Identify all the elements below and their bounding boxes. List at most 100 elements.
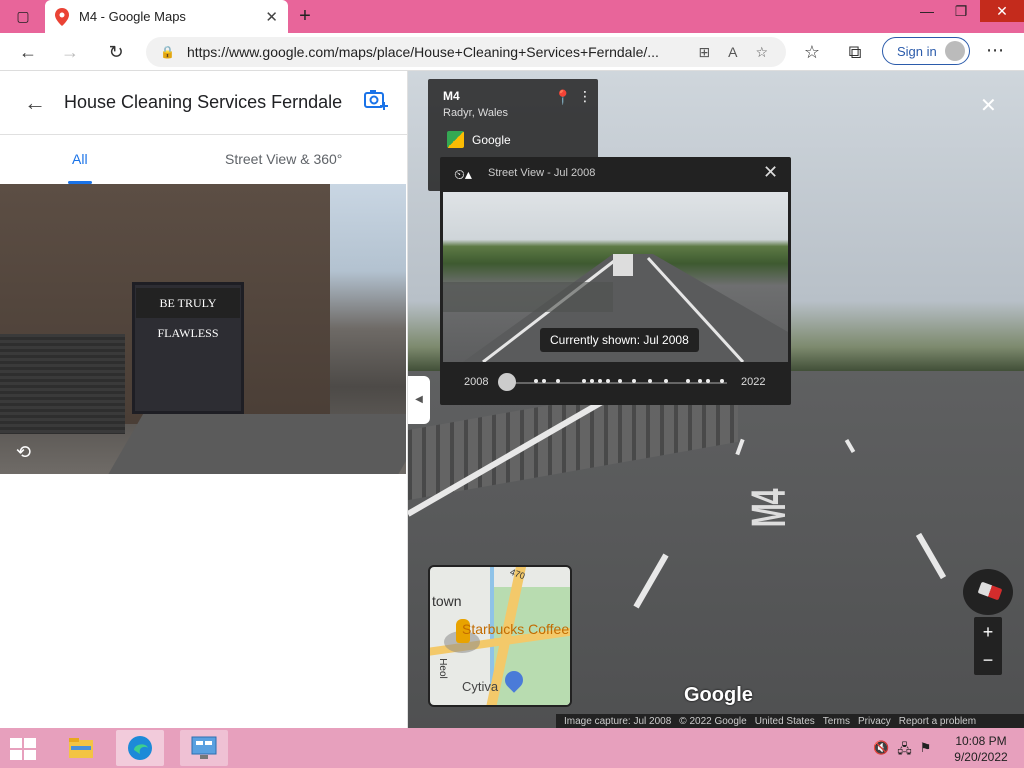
close-window-icon[interactable]: ✕: [980, 0, 1024, 22]
minimize-icon[interactable]: —: [910, 0, 944, 22]
timeline-dot[interactable]: [632, 379, 636, 383]
tab-actions-icon[interactable]: ▢: [6, 5, 40, 27]
remote-desktop-icon: [191, 736, 217, 759]
timeline-dot[interactable]: [706, 379, 710, 383]
tab-street-view[interactable]: Street View & 360°: [225, 151, 342, 167]
timeline-end-year: 2022: [741, 376, 766, 388]
photo-road: [96, 414, 406, 474]
favorites-icon[interactable]: ☆: [800, 40, 824, 64]
add-photo-icon[interactable]: [361, 88, 391, 118]
tab-title: M4 - Google Maps: [79, 9, 186, 24]
url-field[interactable]: 🔒 https://www.google.com/maps/place/Hous…: [146, 37, 786, 67]
volume-muted-icon[interactable]: 🔇: [873, 740, 889, 762]
privacy-link[interactable]: Privacy: [858, 716, 891, 727]
taskbar-remote-desktop[interactable]: [180, 730, 228, 766]
timeline-dot[interactable]: [542, 379, 546, 383]
address-bar-row: ← → ↻ 🔒 https://www.google.com/maps/plac…: [0, 33, 1024, 71]
app-install-icon[interactable]: ⊞: [698, 44, 710, 61]
browser-tab[interactable]: M4 - Google Maps ✕: [45, 0, 288, 33]
timeline-dot[interactable]: [698, 379, 702, 383]
back-icon[interactable]: ←: [16, 40, 40, 64]
minimap-label-heol: Heol: [436, 658, 448, 679]
more-menu-icon[interactable]: ⋯: [986, 40, 1004, 61]
timeline-dot[interactable]: [664, 379, 668, 383]
read-aloud-icon[interactable]: A: [728, 44, 737, 60]
location-subtitle: Radyr, Wales: [443, 107, 509, 119]
time-travel-panel: ⏲▴ Street View - Jul 2008 ✕ Currently sh…: [440, 157, 791, 405]
timeline-start-year: 2008: [464, 376, 489, 388]
road-marking-text: M4: [742, 489, 796, 528]
minimap-label-cytiva[interactable]: Cytiva: [462, 679, 498, 694]
avatar-icon: [945, 41, 965, 61]
terms-link[interactable]: Terms: [823, 716, 850, 727]
time-travel-title: Street View - Jul 2008: [488, 167, 596, 179]
photo-shop-sign: BE TRULY FLAWLESS: [136, 288, 240, 340]
folder-icon: [69, 738, 93, 758]
taskbar-file-explorer[interactable]: [57, 730, 105, 766]
close-street-view-icon[interactable]: ✕: [980, 93, 997, 118]
refresh-icon[interactable]: ↻: [104, 40, 128, 64]
google-maps-favicon-icon: [55, 7, 69, 26]
lock-icon: 🔒: [160, 45, 175, 59]
image-source: Google: [472, 133, 511, 147]
rotate-360-icon[interactable]: ⟲: [16, 442, 31, 463]
browser-titlebar: ▢ M4 - Google Maps ✕ + — ❐ ✕: [0, 0, 1024, 33]
minimap[interactable]: town 470 Starbucks Coffee Heol Cytiva: [428, 565, 572, 707]
system-tray: 🔇 🖧 ⚑: [873, 740, 931, 762]
copyright: © 2022 Google: [679, 715, 747, 727]
sign-in-label: Sign in: [897, 43, 937, 59]
collapse-panel-button[interactable]: ◀: [408, 376, 430, 424]
timeline-dot[interactable]: [618, 379, 622, 383]
panel-back-icon[interactable]: ←: [24, 90, 64, 116]
tab-close-icon[interactable]: ✕: [265, 8, 278, 26]
history-icon[interactable]: ⏲▴: [454, 166, 472, 183]
google-logo: Google: [684, 684, 753, 706]
time-travel-preview[interactable]: Currently shown: Jul 2008: [443, 192, 788, 362]
clock-time[interactable]: 10:08 PM: [951, 734, 1011, 748]
photo-tabs: All Street View & 360°: [0, 135, 407, 185]
more-options-icon[interactable]: ⋮: [578, 88, 592, 105]
timeline-dot[interactable]: [598, 379, 602, 383]
add-favorite-icon[interactable]: ☆: [755, 44, 768, 61]
zoom-out-button[interactable]: −: [974, 648, 1002, 672]
timeline-dot[interactable]: [648, 379, 652, 383]
country-link[interactable]: United States: [755, 716, 815, 727]
photo-shutter: [0, 334, 125, 434]
sign-in-button[interactable]: Sign in: [882, 37, 970, 65]
restore-icon[interactable]: ❐: [944, 0, 978, 22]
place-photo[interactable]: BE TRULY FLAWLESS ⟲: [0, 184, 406, 474]
timeline-dot[interactable]: [686, 379, 690, 383]
place-title: House Cleaning Services Ferndale: [64, 92, 343, 112]
currently-shown-tooltip: Currently shown: Jul 2008: [540, 328, 699, 352]
timeline-dot[interactable]: [534, 379, 538, 383]
timeline-dot[interactable]: [720, 379, 724, 383]
minimap-label-starbucks[interactable]: Starbucks Coffee: [462, 621, 569, 637]
map-footer: Image capture: Jul 2008 © 2022 Google Un…: [556, 714, 1024, 728]
time-travel-close-icon[interactable]: ✕: [763, 162, 778, 183]
minimap-label-town: town: [432, 593, 462, 609]
taskbar-edge[interactable]: [116, 730, 164, 766]
edge-icon: [128, 736, 152, 760]
collections-icon[interactable]: ⧉: [843, 40, 867, 64]
action-center-flag-icon[interactable]: ⚑: [920, 740, 932, 762]
google-maps-icon: [447, 131, 464, 148]
place-panel: ← House Cleaning Services Ferndale All S…: [0, 71, 408, 728]
clock-date[interactable]: 9/20/2022: [951, 750, 1011, 764]
network-icon[interactable]: 🖧: [897, 740, 912, 762]
timeline-dot[interactable]: [606, 379, 610, 383]
panel-header: ← House Cleaning Services Ferndale: [0, 71, 407, 135]
location-pin-icon[interactable]: 📍: [554, 89, 571, 106]
taskbar: 🔇 🖧 ⚑ 10:08 PM 9/20/2022: [0, 728, 1024, 768]
timeline-thumb[interactable]: [498, 373, 516, 391]
new-tab-icon[interactable]: +: [288, 5, 322, 27]
timeline-dot[interactable]: [582, 379, 586, 383]
timeline-dot[interactable]: [556, 379, 560, 383]
tab-all[interactable]: All: [72, 151, 88, 167]
url-text: https://www.google.com/maps/place/House+…: [186, 44, 659, 60]
windows-start-icon[interactable]: [8, 736, 38, 760]
timeline-dot[interactable]: [590, 379, 594, 383]
zoom-in-button[interactable]: +: [974, 620, 1002, 644]
location-name: M4: [443, 89, 460, 103]
report-problem-link[interactable]: Report a problem: [899, 716, 976, 727]
forward-icon[interactable]: →: [58, 40, 82, 64]
